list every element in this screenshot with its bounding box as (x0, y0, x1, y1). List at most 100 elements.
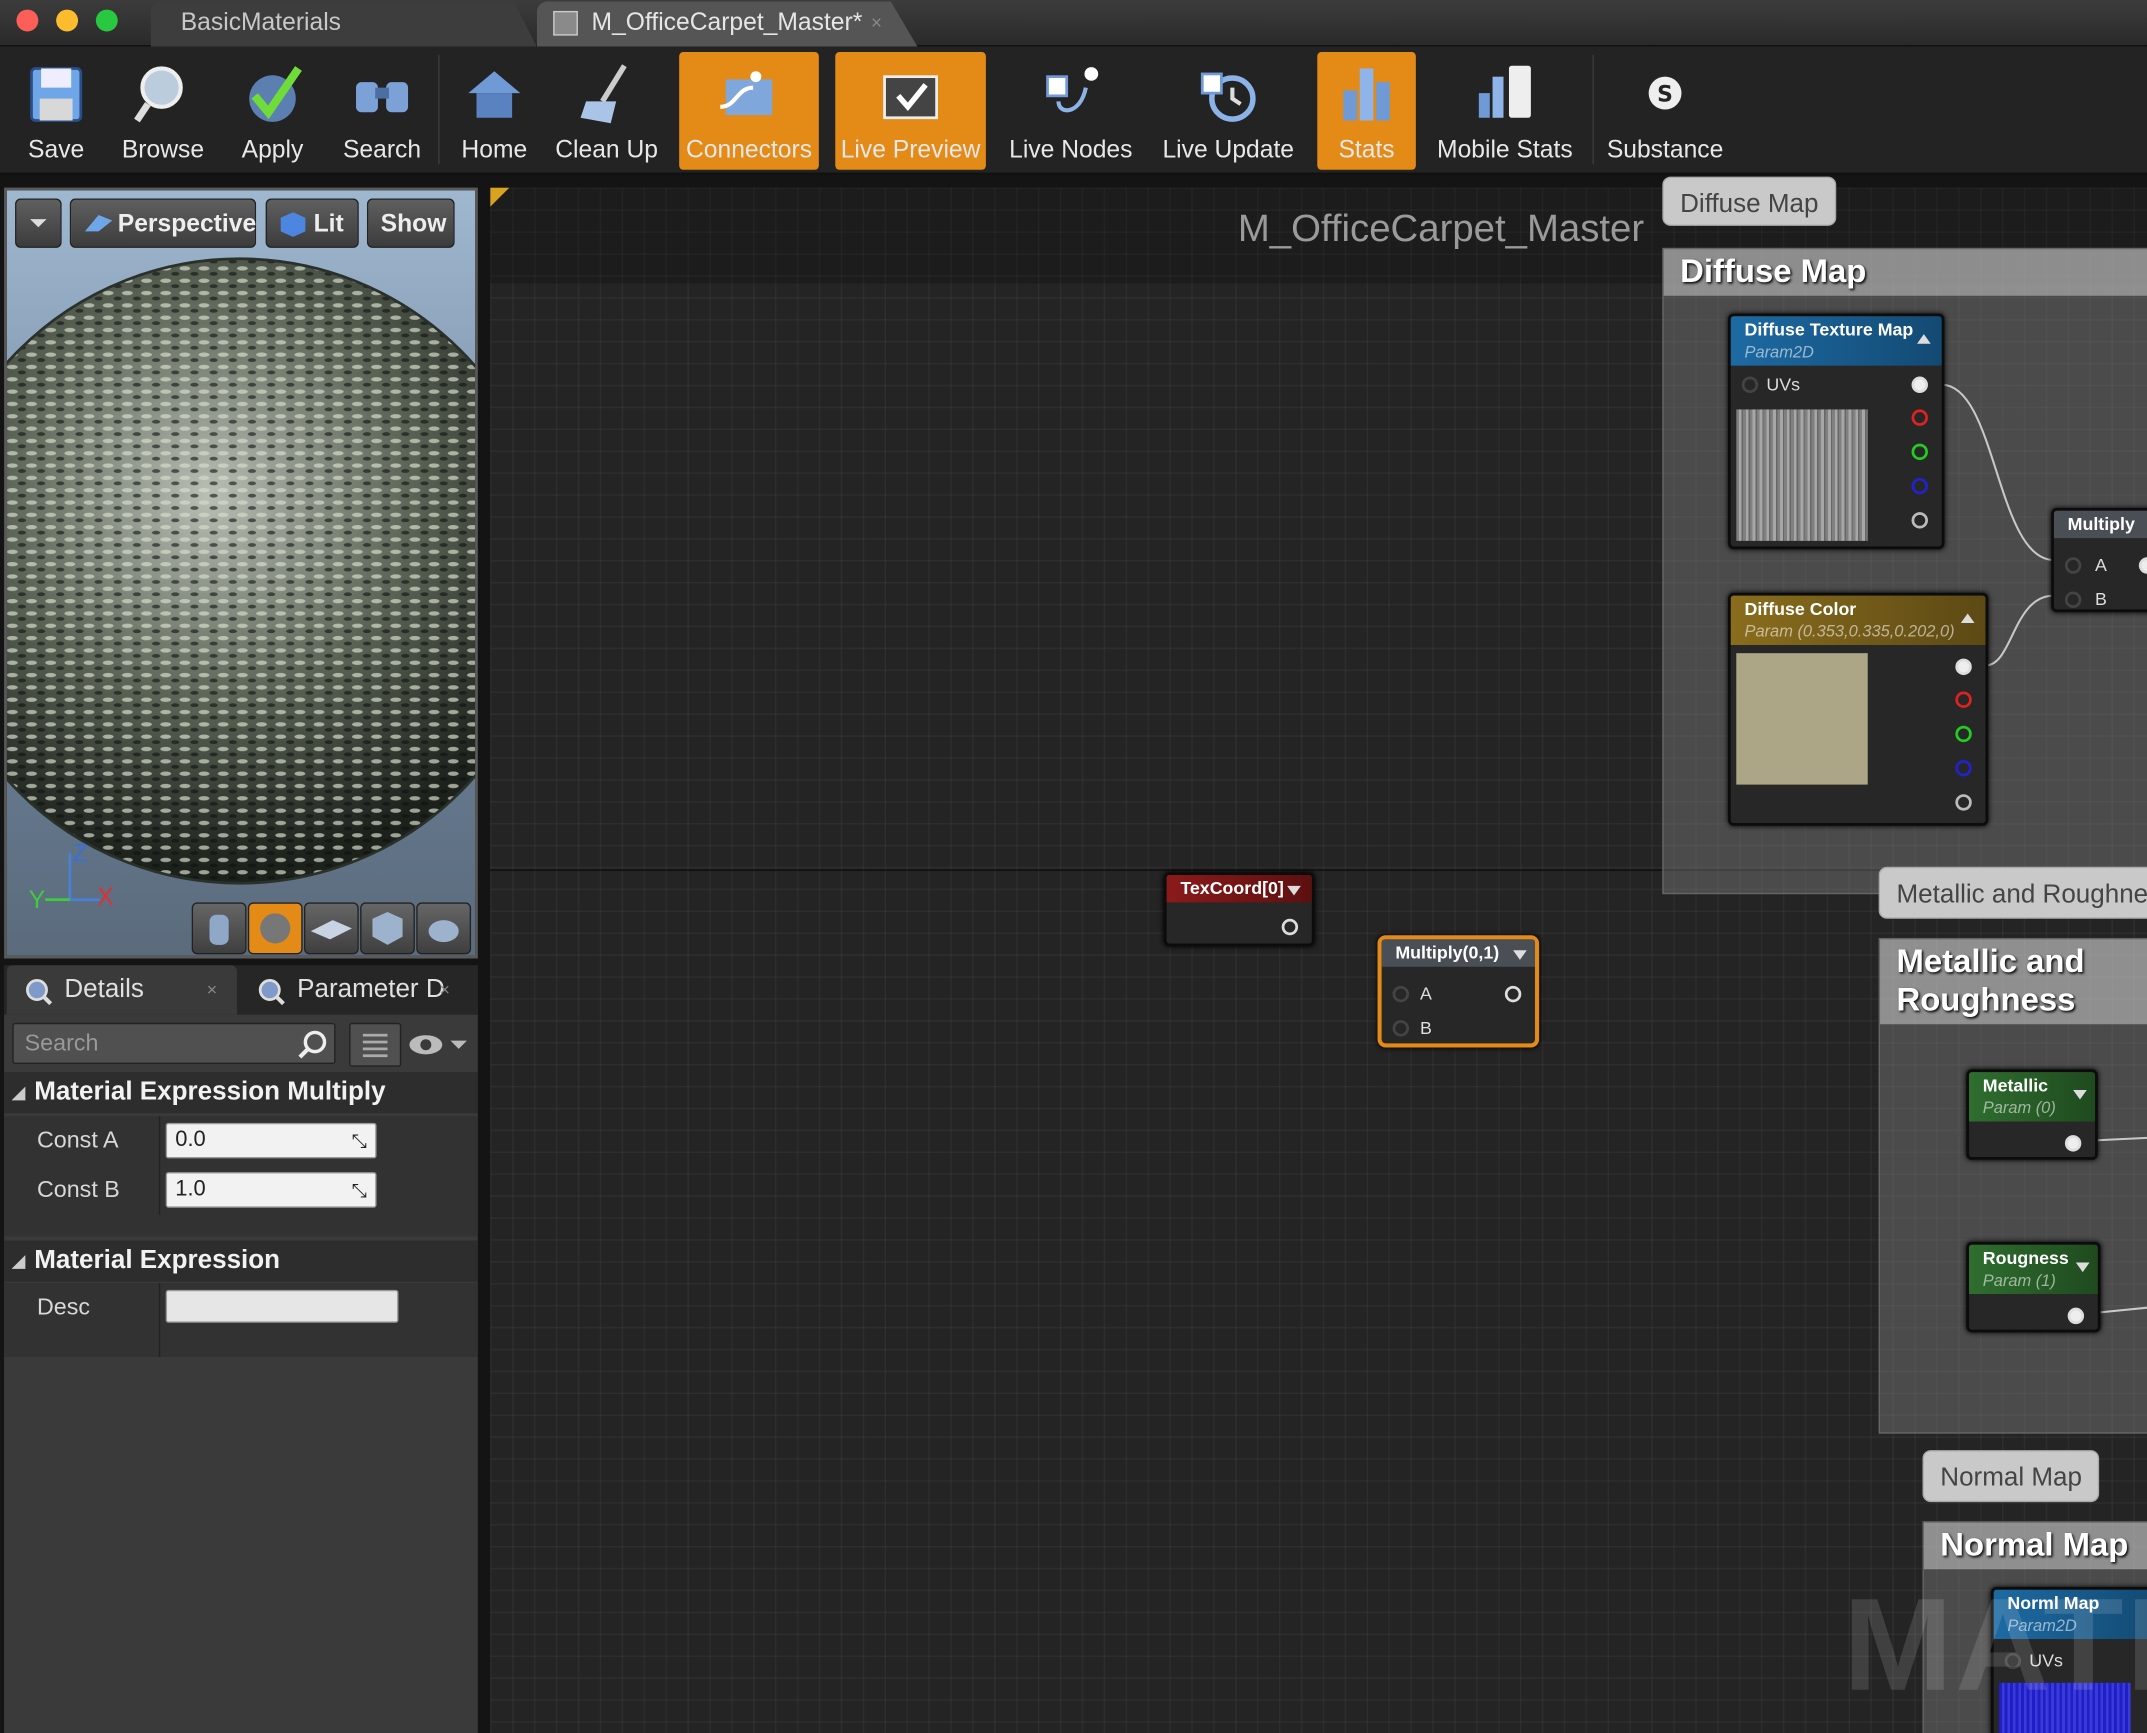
property-row-const-a: Const A 0.0 ⤡ (4, 1115, 478, 1166)
substance-icon: S (1648, 76, 1682, 110)
spin-arrows-icon[interactable]: ⤡ (352, 1173, 367, 1206)
tab-close-icon[interactable]: × (871, 1, 882, 42)
comment-bubble-diffuse-map[interactable]: Diffuse Map (1662, 176, 1837, 226)
material-graph[interactable]: M_OfficeCarpet_Master Diffuse Map Diffus… (490, 176, 2147, 1733)
node-texcoord[interactable]: TexCoord[0] (1163, 872, 1315, 947)
node-metallic[interactable]: Metallic Param (0) (1966, 1069, 2098, 1160)
title-bar: BasicMaterials M_OfficeCarpet_Master* × (0, 0, 2147, 47)
viewport-options-button[interactable] (15, 198, 62, 248)
collapse-arrow-icon[interactable] (1914, 330, 1933, 346)
home-icon (468, 71, 521, 118)
preview-viewport[interactable]: Perspective Lit Show Z Y X (4, 187, 478, 959)
const-a-field[interactable]: 0.0 ⤡ (165, 1122, 377, 1159)
save-button[interactable]: Save (5, 52, 106, 170)
output-pin-rgb[interactable] (1955, 658, 1972, 676)
desc-field[interactable] (165, 1289, 399, 1323)
tab-details[interactable]: Details × (6, 965, 237, 1015)
input-pin-a[interactable] (1392, 985, 1410, 1003)
lit-cube-icon (280, 212, 306, 237)
material-asset-icon (553, 10, 578, 36)
input-pin-uvs[interactable] (1741, 376, 1759, 393)
output-pin[interactable] (1504, 985, 1522, 1003)
custom-mesh-preview-button[interactable] (416, 902, 472, 955)
live-nodes-button[interactable]: Live Nodes (1005, 52, 1136, 170)
output-pin[interactable] (1281, 918, 1299, 936)
apply-button[interactable]: Apply (222, 52, 323, 170)
output-pin-a[interactable] (1955, 794, 1972, 811)
mobile-stats-button[interactable]: Mobile Stats (1432, 52, 1577, 170)
property-matrix-button[interactable] (349, 1022, 402, 1067)
tab-office-carpet-master[interactable]: M_OfficeCarpet_Master* × (536, 1, 918, 47)
comment-metallic-roughness[interactable]: Metallic and Roughness (1878, 937, 2147, 1434)
tab-close-icon[interactable]: × (207, 965, 217, 1014)
output-pin-b[interactable] (1955, 759, 1972, 777)
output-pin-r[interactable] (1955, 691, 1972, 708)
close-window-button[interactable] (16, 9, 39, 32)
live-update-button[interactable]: Live Update (1153, 52, 1304, 170)
node-multiply-01-selected[interactable]: Multiply(0,1) A B (1377, 935, 1540, 1048)
comment-bubble-metallic-roughness[interactable]: Metallic and Roughnes (1878, 866, 2147, 919)
expand-arrow-icon[interactable] (1510, 946, 1529, 962)
tab-basic-materials[interactable]: BasicMaterials (150, 1, 537, 47)
cube-icon (372, 911, 403, 945)
connectors-button[interactable]: Connectors (679, 52, 819, 170)
sphere-preview-button[interactable] (247, 902, 303, 955)
toolbar-separator (438, 54, 440, 165)
output-pin-b[interactable] (1911, 477, 1928, 495)
section-material-expression-multiply[interactable]: ◢ Material Expression Multiply (4, 1072, 478, 1114)
minimize-window-button[interactable] (56, 9, 79, 32)
axis-z-label: Z (72, 839, 88, 867)
output-pin-rgb[interactable] (1911, 376, 1928, 393)
visibility-options-button[interactable] (407, 1028, 470, 1061)
expand-arrow-icon[interactable] (1284, 882, 1303, 898)
perspective-button[interactable]: Perspective (69, 198, 256, 248)
save-icon (30, 67, 83, 122)
live-nodes-icon (1046, 67, 1099, 113)
home-button[interactable]: Home (446, 52, 542, 170)
clean-up-icon (580, 64, 627, 124)
tab-close-icon[interactable]: × (440, 965, 450, 1014)
panel-splitter[interactable] (477, 178, 491, 1733)
browse-button[interactable]: Browse (112, 52, 213, 170)
lit-button[interactable]: Lit (265, 198, 359, 248)
search-button[interactable]: Search (331, 52, 432, 170)
live-preview-button[interactable]: Live Preview (835, 52, 986, 170)
output-pin-a[interactable] (1911, 512, 1928, 529)
substance-button[interactable]: S Substance (1599, 52, 1730, 170)
expand-arrow-icon[interactable] (2070, 1086, 2089, 1102)
tab-parameter-defaults[interactable]: Parameter D × (240, 965, 467, 1014)
collapse-triangle-icon: ◢ (12, 1251, 25, 1271)
output-pin[interactable] (2064, 1135, 2082, 1152)
section-material-expression[interactable]: ◢ Material Expression (4, 1240, 478, 1282)
stats-button[interactable]: Stats (1317, 52, 1416, 170)
collapse-arrow-icon[interactable] (1958, 609, 1977, 625)
input-pin-b[interactable] (1392, 1020, 1410, 1037)
output-pin-g[interactable] (1911, 443, 1928, 461)
node-multiply[interactable]: Multiply A B (2051, 508, 2147, 613)
plane-preview-button[interactable] (303, 902, 359, 955)
cylinder-preview-button[interactable] (191, 902, 247, 955)
show-button[interactable]: Show (366, 198, 455, 248)
output-pin[interactable] (2138, 557, 2147, 574)
output-pin-g[interactable] (1955, 725, 1972, 743)
browse-icon (134, 66, 183, 123)
comment-bubble-normal-map[interactable]: Normal Map (1922, 1450, 2100, 1503)
input-pin-b[interactable] (2064, 591, 2082, 608)
cube-preview-button[interactable] (360, 902, 415, 955)
const-b-field[interactable]: 1.0 ⤡ (165, 1172, 377, 1208)
details-search-input[interactable]: Search (12, 1022, 336, 1064)
spin-arrows-icon[interactable]: ⤡ (352, 1124, 367, 1157)
expand-arrow-icon[interactable] (2073, 1258, 2092, 1274)
node-diffuse-texture-map[interactable]: Diffuse Texture Map Param2D UVs (1728, 313, 1945, 550)
live-update-icon (1200, 72, 1256, 122)
output-pin[interactable] (2067, 1307, 2085, 1325)
node-diffuse-color[interactable]: Diffuse Color Param (0.353,0.335,0.202,0… (1728, 592, 1989, 826)
zoom-window-button[interactable] (95, 9, 118, 32)
chevron-down-icon (30, 219, 47, 228)
clean-up-button[interactable]: Clean Up (550, 52, 662, 170)
output-pin-r[interactable] (1911, 409, 1928, 426)
node-roughness[interactable]: Rougness Param (1) (1966, 1241, 2101, 1333)
input-pin-a[interactable] (2064, 557, 2082, 574)
details-magnifier-icon (26, 979, 53, 1006)
apply-icon (249, 66, 302, 122)
